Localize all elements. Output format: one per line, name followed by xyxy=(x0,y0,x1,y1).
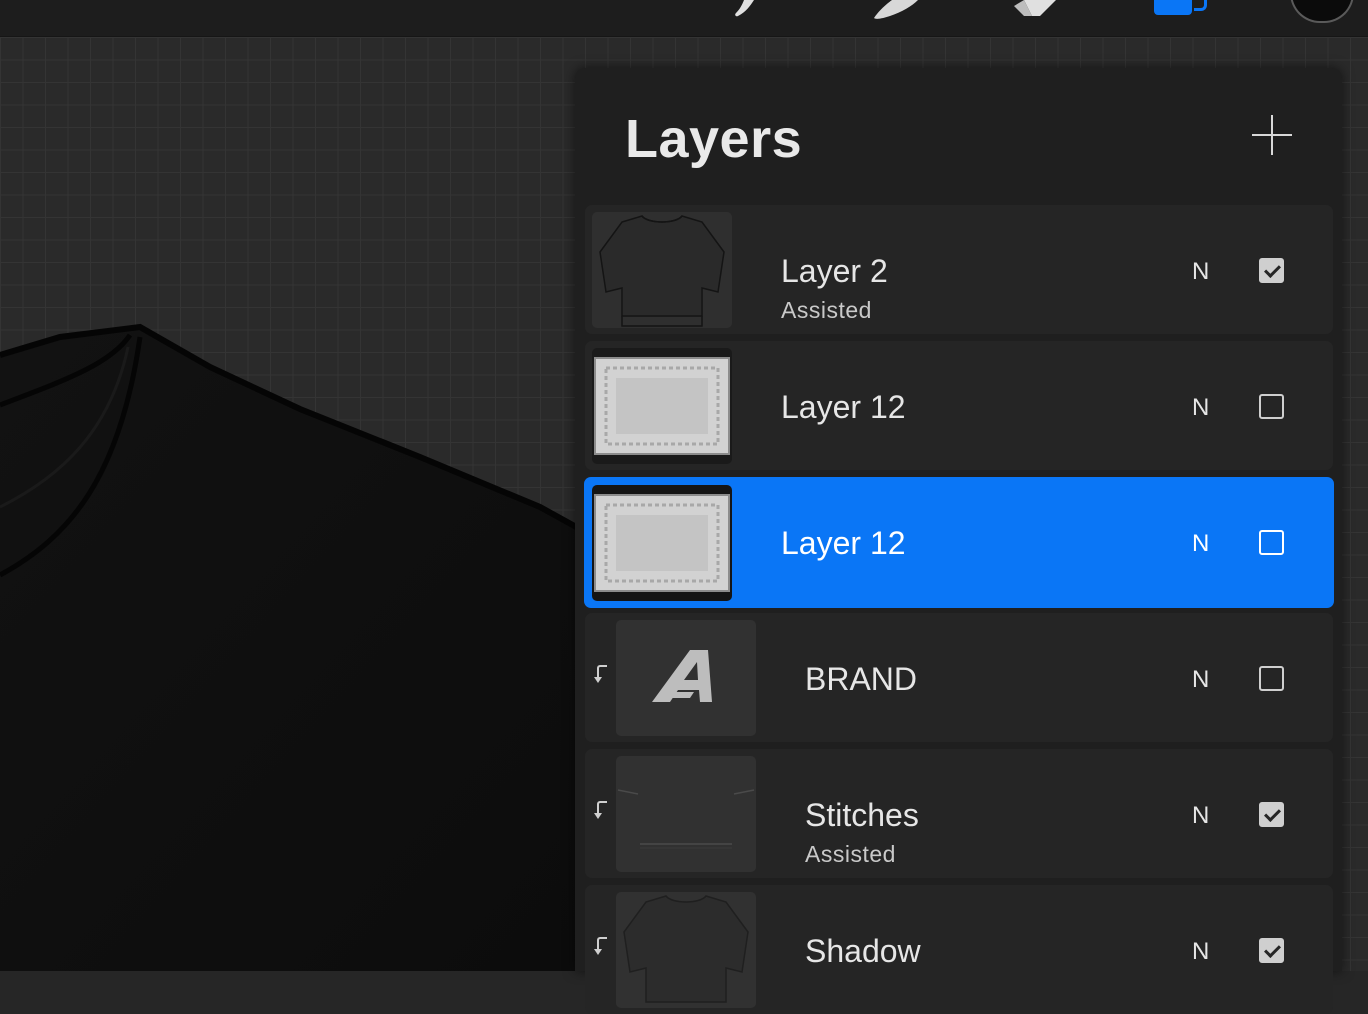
layer-name: Stitches xyxy=(805,797,919,833)
layers-icon[interactable] xyxy=(1154,0,1192,15)
layers-icon-tab xyxy=(1194,0,1207,11)
add-layer-button[interactable] xyxy=(1247,110,1297,160)
blend-mode-button[interactable]: N xyxy=(1192,394,1209,422)
panel-title: Layers xyxy=(625,109,803,169)
clipping-mask-icon xyxy=(593,665,607,683)
smudge-icon[interactable] xyxy=(872,0,922,20)
tshirt-shadow-icon xyxy=(623,895,749,1003)
layer-row-selected[interactable]: Layer 12 N xyxy=(584,477,1334,608)
tshirt-outline-icon xyxy=(599,215,725,327)
visibility-checkbox[interactable] xyxy=(1259,394,1284,419)
layer-thumbnail xyxy=(592,212,732,328)
visibility-checkbox[interactable] xyxy=(1259,530,1284,555)
layer-row[interactable]: BRAND N xyxy=(585,613,1333,742)
top-toolbar xyxy=(0,0,1368,37)
layer-name: Layer 12 xyxy=(781,389,906,425)
visibility-checkbox[interactable] xyxy=(1259,666,1284,691)
layer-thumbnail xyxy=(616,756,756,872)
letter-a-logo-icon xyxy=(652,650,712,702)
blend-mode-button[interactable]: N xyxy=(1192,530,1209,558)
layer-name: Layer 12 xyxy=(781,525,906,561)
layer-name: BRAND xyxy=(805,661,918,697)
visibility-checkbox[interactable] xyxy=(1259,938,1284,963)
layer-subtitle: Assisted xyxy=(781,297,872,323)
ornamental-frame-icon xyxy=(594,357,730,455)
clipping-mask-icon xyxy=(593,937,607,955)
ornamental-frame-icon xyxy=(594,494,730,592)
brush-icon[interactable] xyxy=(728,0,768,18)
visibility-checkbox[interactable] xyxy=(1259,258,1284,283)
layers-panel: Layers Layer 2 Assisted N Layer 12 N Lay… xyxy=(575,68,1342,1014)
clipping-mask-icon xyxy=(593,801,607,819)
blend-mode-button[interactable]: N xyxy=(1192,938,1209,966)
eraser-icon[interactable] xyxy=(1010,0,1060,18)
layer-row[interactable]: Stitches Assisted N xyxy=(585,749,1333,878)
layer-row[interactable]: Layer 12 N xyxy=(585,341,1333,470)
layer-row[interactable]: Shadow N xyxy=(585,885,1333,1014)
layer-name: Layer 2 xyxy=(781,253,888,289)
blend-mode-button[interactable]: N xyxy=(1192,258,1209,286)
blend-mode-button[interactable]: N xyxy=(1192,802,1209,830)
tshirt-artwork xyxy=(0,323,580,971)
visibility-checkbox[interactable] xyxy=(1259,802,1284,827)
layer-subtitle: Assisted xyxy=(805,841,896,867)
layer-row[interactable]: Layer 2 Assisted N xyxy=(585,205,1333,334)
blend-mode-button[interactable]: N xyxy=(1192,666,1209,694)
color-picker-button[interactable] xyxy=(1290,0,1354,23)
layer-thumbnail xyxy=(616,620,756,736)
layer-name: Shadow xyxy=(805,933,921,969)
layer-thumbnail xyxy=(616,892,756,1008)
stitch-lines-icon xyxy=(617,789,755,849)
layer-thumbnail xyxy=(592,485,732,601)
layer-thumbnail xyxy=(592,348,732,464)
